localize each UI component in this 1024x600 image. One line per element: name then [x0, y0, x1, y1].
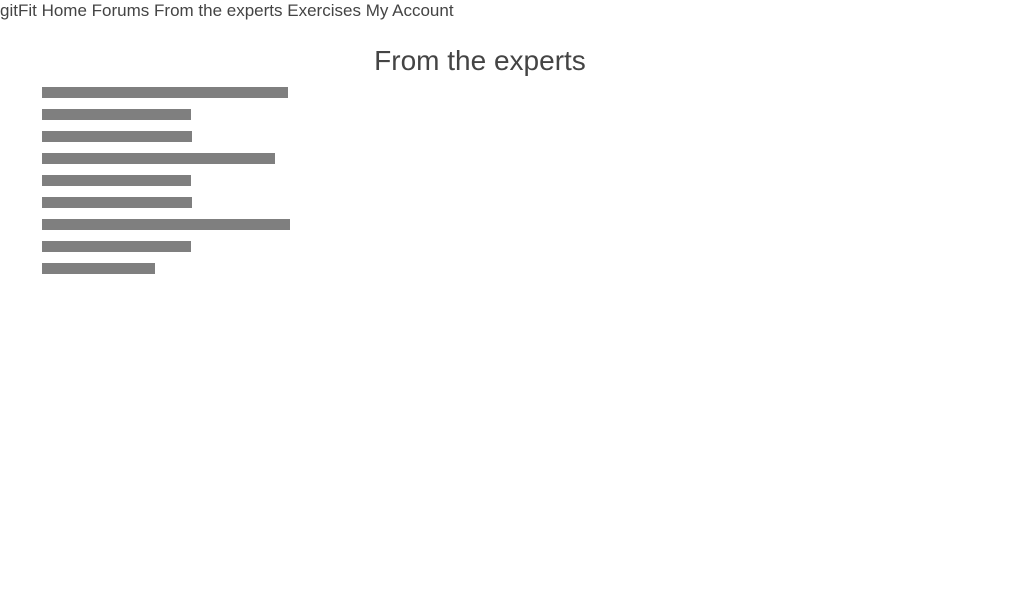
article-link-placeholder[interactable] [42, 241, 191, 252]
nav-link-gitfit[interactable]: gitFit [0, 1, 37, 20]
article-link-placeholder[interactable] [42, 175, 191, 186]
nav-link-forums[interactable]: Forums [92, 1, 150, 20]
article-link-placeholder[interactable] [42, 131, 192, 142]
article-link-placeholder[interactable] [42, 109, 191, 120]
article-link-placeholder[interactable] [42, 197, 192, 208]
article-link-placeholder[interactable] [42, 87, 288, 98]
nav-link-my-account[interactable]: My Account [366, 1, 454, 20]
nav-link-from-the-experts[interactable]: From the experts [154, 1, 283, 20]
article-list [42, 87, 290, 285]
page-title: From the experts [374, 45, 586, 76]
nav-link-home[interactable]: Home [42, 1, 87, 20]
article-link-placeholder[interactable] [42, 263, 155, 274]
article-link-placeholder[interactable] [42, 219, 290, 230]
top-navigation: gitFit Home Forums From the experts Exer… [0, 0, 454, 22]
nav-link-exercises[interactable]: Exercises [287, 1, 361, 20]
article-link-placeholder[interactable] [42, 153, 275, 164]
